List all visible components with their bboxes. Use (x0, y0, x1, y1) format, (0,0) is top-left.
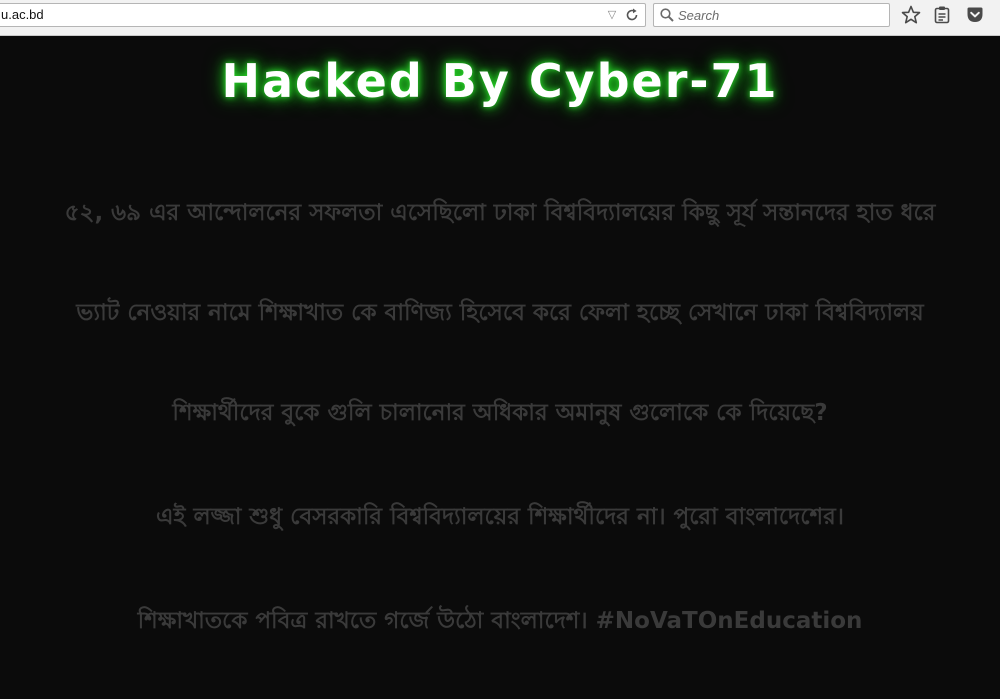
message-line: ভ্যাট নেওয়ার নামে শিক্ষাখাত কে বাণিজ্য … (76, 300, 924, 326)
search-bar[interactable] (653, 3, 890, 27)
search-icon (659, 7, 675, 23)
star-icon[interactable] (900, 4, 922, 26)
message-line: ৫২, ৬৯ এর আন্দোলনের সফলতা এসেছিলো ঢাকা ব… (64, 200, 936, 226)
pocket-icon[interactable] (964, 4, 986, 26)
message-line: এই লজ্জা শুধু বেসরকারি বিশ্ববিদ্যালয়ের … (156, 504, 844, 530)
url-bar[interactable]: u.ac.bd ▽ (0, 3, 646, 27)
message-line: শিক্ষার্থীদের বুকে গুলি চালানোর অধিকার অ… (172, 400, 828, 426)
search-input[interactable] (678, 5, 878, 25)
message-line: শিক্ষাখাতকে পবিত্র রাখতে গর্জে উঠো বাংলা… (137, 608, 863, 634)
reading-list-icon[interactable] (931, 4, 953, 26)
page-title: Hacked By Cyber-71 (221, 54, 779, 108)
page-content: Hacked By Cyber-71 ৫২, ৬৯ এর আন্দোলনের স… (0, 36, 1000, 699)
browser-toolbar: u.ac.bd ▽ (0, 0, 1000, 36)
chevron-down-icon[interactable]: ▽ (605, 7, 619, 23)
url-text[interactable]: u.ac.bd (1, 7, 44, 22)
reload-icon[interactable] (624, 6, 640, 24)
